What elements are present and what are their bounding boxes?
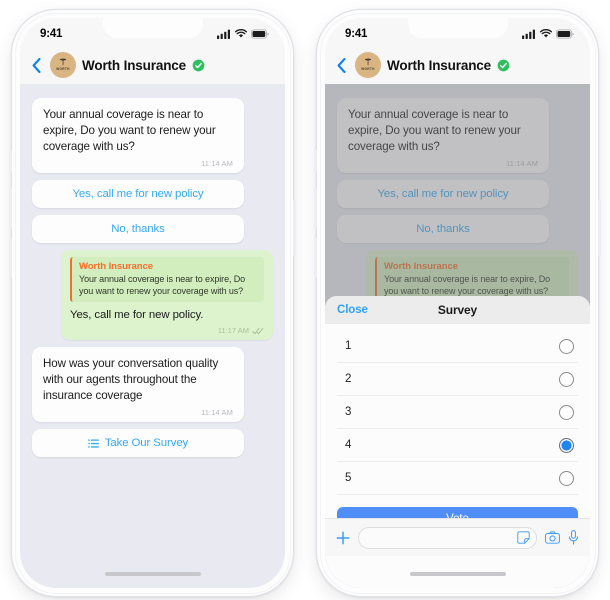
outgoing-row: Worth Insurance Your annual coverage is …	[32, 250, 273, 340]
camera-icon[interactable]	[545, 531, 560, 544]
back-chevron-icon[interactable]	[333, 55, 349, 75]
survey-option-label: 1	[345, 340, 352, 352]
survey-modal-header: Close Survey	[325, 296, 590, 324]
avatar-wordmark: WORTH	[56, 67, 70, 71]
avatar-emblem: ⚚	[363, 57, 373, 67]
verified-badge-icon	[192, 59, 205, 71]
survey-option-3[interactable]: 3	[337, 396, 578, 429]
list-icon	[87, 438, 99, 448]
nav-bar-left: ⚚ WORTH Worth Insurance	[20, 46, 285, 84]
battery-icon	[251, 29, 269, 39]
message-input-bar-right	[325, 518, 590, 556]
chat-thread-left[interactable]: Your annual coverage is near to expire, …	[20, 84, 285, 588]
avatar-emblem: ⚚	[58, 57, 68, 67]
quoted-author: Worth Insurance	[79, 261, 154, 272]
mute-switch-left	[9, 150, 12, 172]
nav-bar-right: ⚚ WORTH Worth Insurance	[325, 46, 590, 84]
wifi-icon	[235, 29, 247, 38]
quick-reply-yes[interactable]: Yes, call me for new policy	[32, 180, 244, 208]
quoted-message: Worth Insurance Your annual coverage is …	[70, 257, 264, 302]
radio-button-3[interactable]	[559, 404, 574, 420]
radio-button-1[interactable]	[559, 338, 574, 354]
power-button-left	[293, 200, 296, 256]
back-chevron-icon[interactable]	[28, 55, 44, 75]
outgoing-timestamp: 11:17 AM	[217, 326, 249, 335]
close-button[interactable]: Close	[337, 304, 368, 316]
avatar[interactable]: ⚚ WORTH	[50, 52, 76, 78]
outgoing-meta: 11:17 AM	[70, 326, 264, 335]
message-bubble-incoming-1: Your annual coverage is near to expire, …	[32, 98, 244, 173]
radio-button-5[interactable]	[559, 470, 574, 486]
avatar-wordmark: WORTH	[361, 67, 375, 71]
phone-screen-right: 9:41 ⚚ WORTH Worth Insurance Your annual…	[325, 18, 590, 588]
quoted-text: Your annual coverage is near to expire, …	[79, 274, 246, 296]
status-icons	[217, 29, 269, 39]
volume-down-left	[9, 238, 12, 278]
volume-up-left	[9, 188, 12, 228]
message-text: Your annual coverage is near to expire, …	[43, 108, 216, 153]
message-timestamp: 11:14 AM	[201, 159, 233, 168]
status-icons	[522, 29, 574, 39]
survey-option-label: 2	[345, 373, 352, 385]
survey-button-label: Take Our Survey	[104, 437, 189, 449]
survey-option-1[interactable]: 1	[337, 330, 578, 363]
home-indicator-left	[104, 572, 201, 576]
quick-reply-no[interactable]: No, thanks	[32, 215, 244, 243]
survey-option-list: 1 2 3 4 5	[325, 324, 590, 495]
message-input-field[interactable]	[358, 526, 537, 549]
survey-option-label: 4	[345, 439, 352, 451]
plus-icon[interactable]	[336, 531, 350, 545]
radio-button-2[interactable]	[559, 371, 574, 387]
notch-right	[407, 18, 508, 38]
power-button-right	[598, 200, 601, 256]
signal-bars-icon	[217, 29, 230, 39]
phone-left: 9:41 ⚚ WORTH Worth Insurance Your annual…	[0, 0, 305, 600]
microphone-icon[interactable]	[568, 530, 579, 545]
survey-option-label: 5	[345, 472, 352, 484]
survey-option-2[interactable]: 2	[337, 363, 578, 396]
home-indicator-right	[409, 572, 506, 576]
survey-option-5[interactable]: 5	[337, 462, 578, 495]
survey-option-4[interactable]: 4	[337, 429, 578, 462]
wifi-icon	[540, 29, 552, 38]
signal-bars-icon	[522, 29, 535, 39]
message-bubble-incoming-2: How was your conversation quality with o…	[32, 347, 244, 422]
message-bubble-outgoing-1: Worth Insurance Your annual coverage is …	[61, 250, 273, 340]
outgoing-text: Yes, call me for new policy.	[70, 309, 204, 321]
phone-right: 9:41 ⚚ WORTH Worth Insurance Your annual…	[305, 0, 610, 600]
read-receipt-icon	[252, 327, 264, 334]
contact-name: Worth Insurance	[82, 57, 187, 73]
phone-screen-left: 9:41 ⚚ WORTH Worth Insurance Your annual…	[20, 18, 285, 588]
mute-switch-right	[314, 150, 317, 172]
avatar[interactable]: ⚚ WORTH	[355, 52, 381, 78]
contact-name: Worth Insurance	[387, 57, 492, 73]
two-phone-mockup: 9:41 ⚚ WORTH Worth Insurance Your annual…	[0, 0, 610, 600]
status-time: 9:41	[40, 28, 63, 40]
message-timestamp: 11:14 AM	[201, 408, 233, 417]
status-time: 9:41	[345, 28, 368, 40]
battery-icon	[556, 29, 574, 39]
notch-left	[102, 18, 203, 38]
take-our-survey-button[interactable]: Take Our Survey	[32, 429, 244, 457]
message-text: How was your conversation quality with o…	[43, 357, 219, 402]
sticker-icon[interactable]	[517, 531, 530, 544]
verified-badge-icon	[497, 59, 510, 71]
radio-button-4[interactable]	[559, 437, 574, 453]
volume-down-right	[314, 238, 317, 278]
survey-option-label: 3	[345, 406, 352, 418]
volume-up-right	[314, 188, 317, 228]
